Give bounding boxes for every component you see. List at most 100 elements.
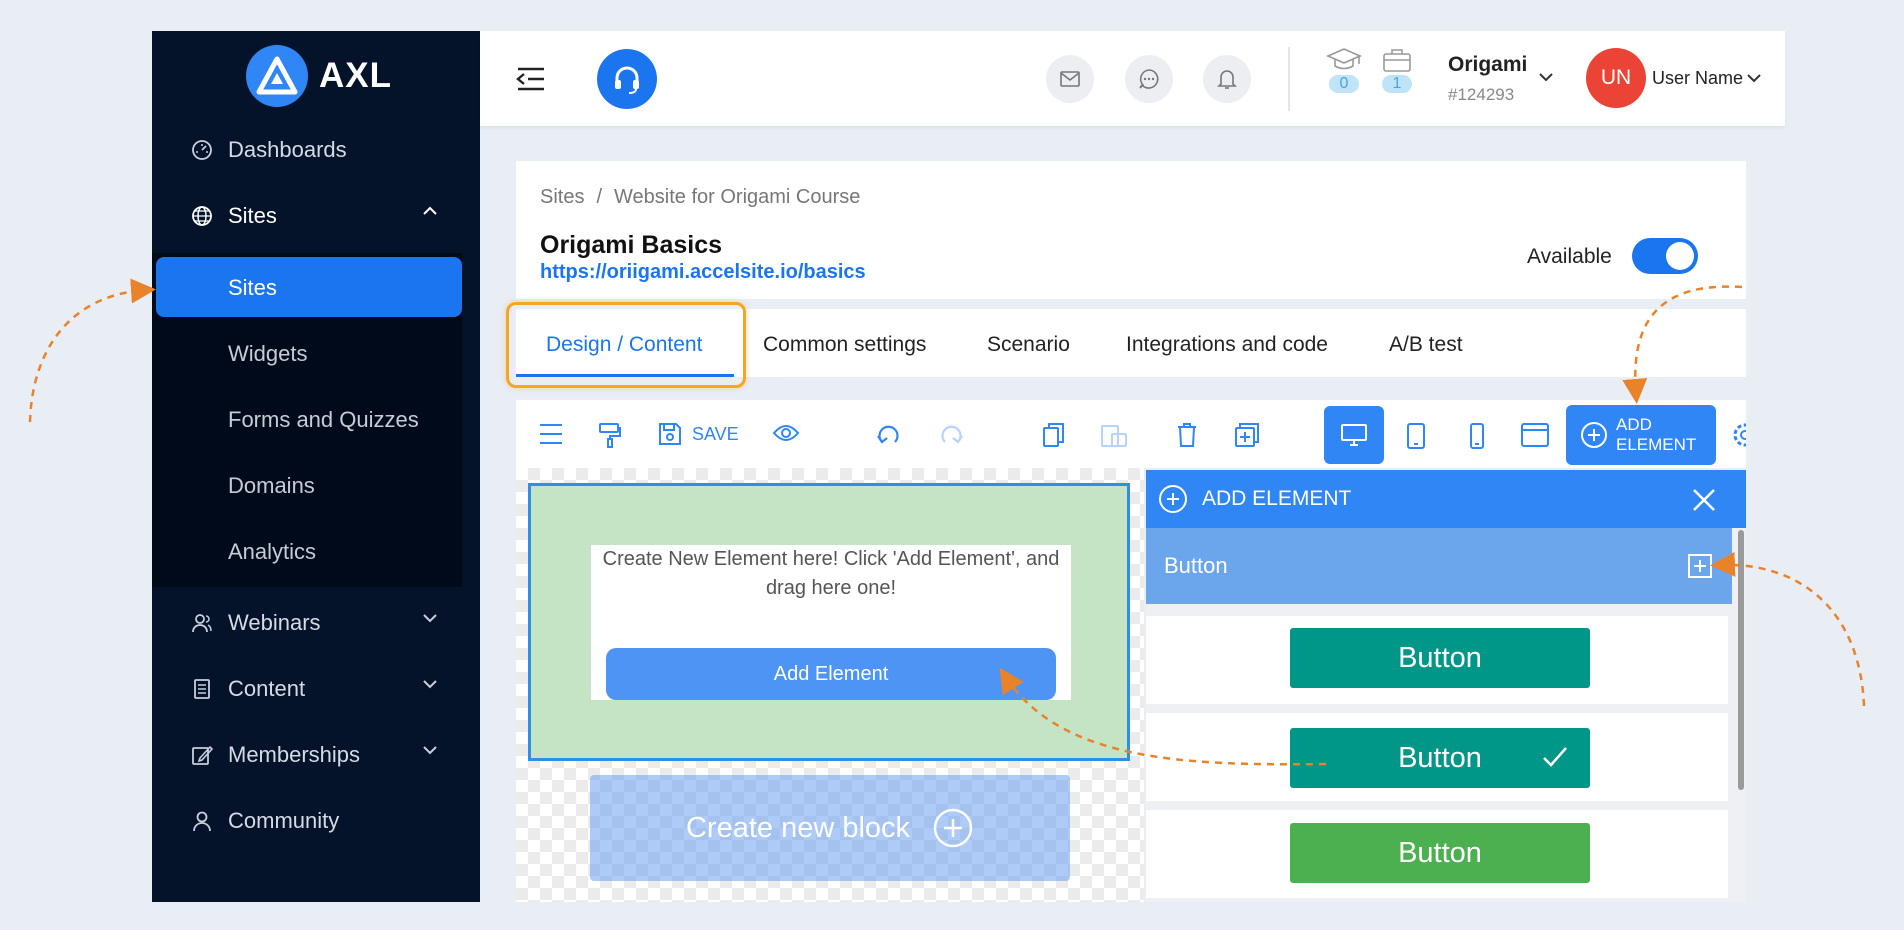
add-element-label-line1: ADD xyxy=(1616,415,1652,434)
products-counter[interactable]: 1 xyxy=(1382,47,1418,93)
button-sample-card[interactable]: Button xyxy=(1146,713,1728,801)
user-chevron-down-icon[interactable] xyxy=(1746,72,1762,84)
panel-scrollbar[interactable] xyxy=(1738,530,1744,790)
courses-badge: 0 xyxy=(1329,75,1359,93)
sidebar-item-community[interactable]: Community xyxy=(152,788,480,854)
tablet-view-icon[interactable] xyxy=(1406,422,1426,450)
tab-integrations-and-code[interactable]: Integrations and code xyxy=(1126,333,1328,357)
submenu-item-domains[interactable]: Domains xyxy=(228,473,315,499)
sidebar-item-label: Sites xyxy=(228,203,277,228)
add-element-label-line2: ELEMENT xyxy=(1616,435,1697,454)
sidebar-item-label: Community xyxy=(228,808,340,833)
account-name[interactable]: Origami xyxy=(1448,53,1527,77)
add-element-panel: ADD ELEMENT Button Button Button Button xyxy=(1146,470,1746,902)
submenu-item-forms-and-quizzes[interactable]: Forms and Quizzes xyxy=(228,407,419,433)
chevron-down-icon xyxy=(422,678,438,690)
notifications-button[interactable] xyxy=(1203,55,1251,103)
plus-circle-icon xyxy=(1159,485,1187,513)
editor-toolbar: SAVE ADD ELEMENT xyxy=(516,400,1746,468)
submenu-item-widgets[interactable]: Widgets xyxy=(228,341,307,367)
add-element-canvas-button[interactable]: Add Element xyxy=(606,648,1056,700)
mail-icon xyxy=(1060,71,1080,87)
avatar[interactable]: UN xyxy=(1586,48,1646,108)
plus-circle-icon xyxy=(933,808,973,848)
breadcrumb-item-website[interactable]: Website for Origami Course xyxy=(614,186,860,209)
edit-icon xyxy=(190,743,214,767)
breadcrumb-item-sites[interactable]: Sites xyxy=(540,186,584,209)
support-headset-icon[interactable] xyxy=(597,49,657,109)
sidebar-item-label: Dashboards xyxy=(228,137,347,162)
page-title: Origami Basics xyxy=(540,231,723,259)
close-icon[interactable] xyxy=(1692,488,1716,512)
user-name[interactable]: User Name xyxy=(1652,68,1743,89)
logo[interactable]: AXL xyxy=(246,45,392,107)
graduation-cap-icon xyxy=(1326,48,1362,70)
chevron-down-icon xyxy=(422,744,438,756)
layers-menu-icon[interactable] xyxy=(538,422,564,446)
sidebar: AXL Dashboards Sites Sites Widgets Forms… xyxy=(152,31,480,902)
sidebar-item-webinars[interactable]: Webinars xyxy=(152,590,480,656)
plus-circle-icon xyxy=(1581,422,1607,448)
sidebar-item-dashboards[interactable]: Dashboards xyxy=(152,117,480,183)
category-row-button[interactable]: Button xyxy=(1146,528,1732,604)
browser-window-icon[interactable] xyxy=(1520,422,1550,448)
sidebar-item-content[interactable]: Content xyxy=(152,656,480,722)
undo-icon[interactable] xyxy=(876,422,902,448)
create-block-label: Create new block xyxy=(685,811,911,844)
panel-title: ADD ELEMENT xyxy=(1202,487,1352,510)
sidebar-item-label: Memberships xyxy=(228,742,361,767)
duplicate-add-icon[interactable] xyxy=(1234,422,1260,448)
menu-collapse-icon[interactable] xyxy=(516,67,546,91)
add-element-button[interactable]: ADD ELEMENT xyxy=(1566,405,1716,465)
user-icon xyxy=(190,809,214,833)
sidebar-item-label: Content xyxy=(228,676,306,701)
submenu-item-sites[interactable]: Sites xyxy=(228,275,277,301)
create-new-block-button[interactable]: Create new block xyxy=(590,775,1070,881)
sample-button: Button xyxy=(1290,628,1590,688)
account-chevron-down-icon[interactable] xyxy=(1538,71,1554,83)
sidebar-item-sites[interactable]: Sites xyxy=(152,183,480,249)
availability-toggle[interactable] xyxy=(1632,238,1698,274)
logo-text: AXL xyxy=(319,56,392,95)
paint-roller-icon[interactable] xyxy=(598,422,622,448)
breadcrumb-separator: / xyxy=(596,186,603,208)
sample-button: Button xyxy=(1290,728,1590,788)
site-url-link[interactable]: https://oriigami.accelsite.io/basics xyxy=(540,261,866,284)
tab-common-settings[interactable]: Common settings xyxy=(763,333,926,357)
empty-block-placeholder: Create New Element here! Click 'Add Elem… xyxy=(591,545,1071,700)
mail-button[interactable] xyxy=(1046,55,1094,103)
save-button[interactable]: SAVE xyxy=(658,422,739,446)
check-icon xyxy=(1543,747,1567,767)
desktop-view-button[interactable] xyxy=(1324,406,1384,464)
settings-gear-icon[interactable] xyxy=(1730,420,1746,450)
sidebar-item-memberships[interactable]: Memberships xyxy=(152,722,480,788)
panel-header: ADD ELEMENT xyxy=(1146,470,1746,528)
redo-icon[interactable] xyxy=(938,422,964,448)
toggle-knob xyxy=(1666,242,1694,270)
tab-ab-test[interactable]: A/B test xyxy=(1389,333,1463,357)
copy-icon[interactable] xyxy=(1042,422,1066,448)
top-bar: 0 1 Origami #124293 UN User Name xyxy=(480,31,1785,126)
expand-plus-icon[interactable] xyxy=(1688,554,1712,578)
chat-button[interactable] xyxy=(1125,55,1173,103)
preview-eye-icon[interactable] xyxy=(772,422,800,444)
chevron-down-icon xyxy=(422,612,438,624)
sample-button-label: Button xyxy=(1398,641,1482,674)
button-sample-card[interactable]: Button xyxy=(1146,810,1728,898)
submenu-active-highlight xyxy=(156,257,462,317)
floppy-disk-icon xyxy=(659,423,681,445)
sidebar-item-label: Webinars xyxy=(228,610,321,635)
submenu-item-analytics[interactable]: Analytics xyxy=(228,539,316,565)
courses-counter[interactable]: 0 xyxy=(1326,47,1362,93)
desktop-icon xyxy=(1341,424,1367,446)
logo-icon xyxy=(246,45,308,107)
divider xyxy=(1288,47,1290,111)
mobile-view-icon[interactable] xyxy=(1469,422,1485,450)
button-sample-card[interactable]: Button xyxy=(1146,616,1728,704)
tab-scenario[interactable]: Scenario xyxy=(987,333,1070,357)
paste-icon[interactable] xyxy=(1100,422,1128,448)
delete-trash-icon[interactable] xyxy=(1176,422,1198,448)
users-icon xyxy=(190,611,214,635)
sample-button-label: Button xyxy=(1398,741,1482,774)
bell-icon xyxy=(1217,70,1237,89)
